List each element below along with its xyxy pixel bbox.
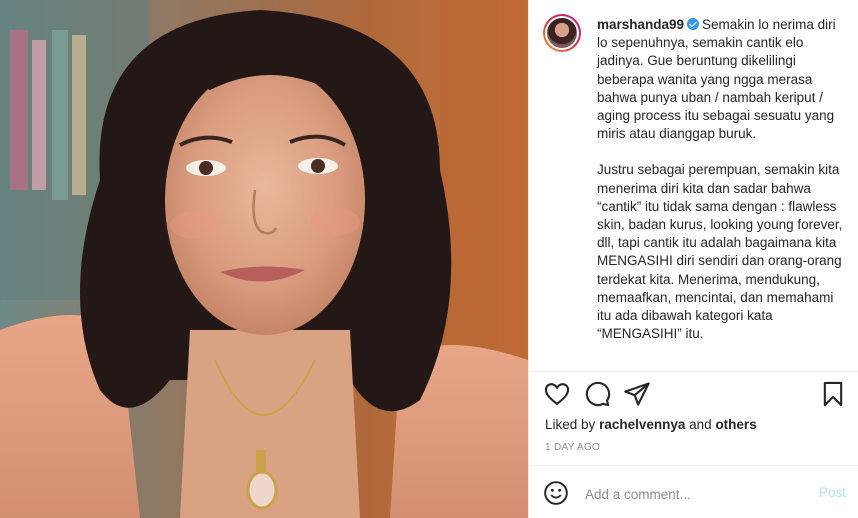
comment-icon[interactable] (583, 380, 611, 408)
likes-others-link[interactable]: others (715, 417, 756, 432)
caption-paragraph-1: marshanda99 Semakin lo nerima diri lo sep… (597, 16, 845, 143)
comment-input[interactable] (583, 482, 807, 506)
heart-icon[interactable] (543, 380, 571, 408)
bookmark-icon[interactable] (819, 380, 847, 408)
likes-summary: Liked by rachelvennya and others (545, 417, 757, 432)
instagram-post: marshanda99 Semakin lo nerima diri lo sep… (0, 0, 858, 518)
avatar-image (547, 18, 577, 48)
avatar-ring (545, 16, 579, 50)
caption: marshanda99 Semakin lo nerima diri lo sep… (597, 16, 845, 343)
share-icon[interactable] (623, 380, 651, 408)
avatar[interactable] (543, 14, 581, 52)
emoji-icon[interactable] (543, 480, 569, 506)
caption-area[interactable]: marshanda99 Semakin lo nerima diri lo sep… (529, 0, 858, 371)
post-photo[interactable] (0, 0, 528, 518)
selfie-photo (0, 0, 528, 518)
caption-paragraph-2: Justru sebagai perempuan, semakin kita m… (597, 162, 843, 342)
likes-prefix: Liked by (545, 417, 596, 432)
verified-badge-icon (687, 18, 700, 30)
caption-text-1: Semakin lo nerima diri lo sepenuhnya, se… (597, 17, 836, 142)
comment-form: Post (529, 466, 858, 518)
likes-joiner: and (689, 417, 712, 432)
liked-by-user-link[interactable]: rachelvennya (599, 417, 685, 432)
post-side-panel: marshanda99 Semakin lo nerima diri lo sep… (528, 0, 858, 518)
post-timestamp[interactable]: 1 DAY AGO (545, 442, 600, 453)
divider (529, 371, 858, 372)
post-comment-button[interactable]: Post (819, 485, 846, 500)
action-bar (529, 380, 858, 412)
username-link[interactable]: marshanda99 (597, 17, 684, 32)
